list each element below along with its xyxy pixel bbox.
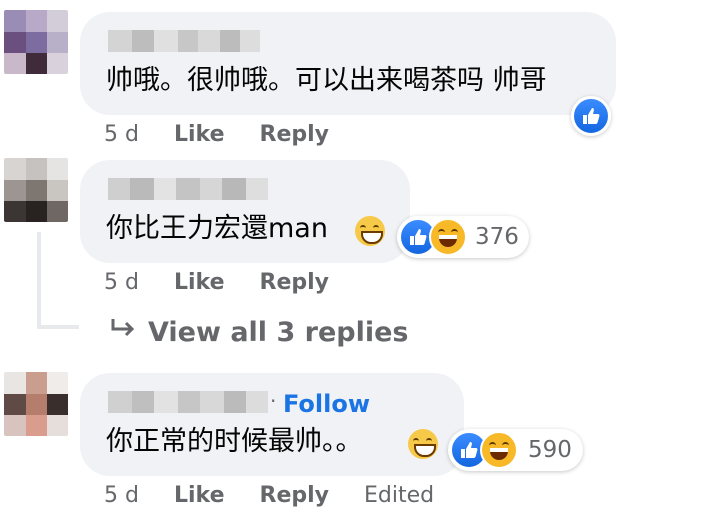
reaction-summary[interactable]: 590 [448, 429, 583, 471]
reaction-count: 590 [528, 437, 572, 463]
follow-button[interactable]: Follow [283, 389, 370, 419]
comment-text: 帅哦。很帅哦。可以出来喝茶吗 帅哥 [106, 65, 547, 96]
like-button[interactable]: Like [174, 270, 225, 295]
thread-line [37, 232, 41, 327]
comment-text: 你比王力宏還man [106, 213, 328, 244]
haha-reaction-icon [480, 431, 518, 469]
like-button[interactable]: Like [174, 122, 225, 147]
reply-button[interactable]: Reply [260, 122, 330, 147]
separator-dot: · [270, 389, 277, 413]
like-icon[interactable] [571, 96, 611, 136]
haha-reaction-icon [429, 218, 467, 256]
avatar[interactable] [4, 158, 68, 222]
comment-actions: 5 d Like Reply [104, 121, 329, 149]
edited-label: Edited [364, 483, 435, 508]
thread-line-curve [37, 325, 79, 329]
comment-bubble: 帅哦。很帅哦。可以出来喝茶吗 帅哥 [80, 12, 616, 115]
comment-bubble: 你比王力宏還man [80, 160, 410, 263]
commenter-name[interactable] [108, 391, 268, 413]
avatar[interactable] [4, 10, 68, 74]
reaction-summary[interactable]: 376 [397, 216, 529, 258]
timestamp[interactable]: 5 d [104, 483, 139, 508]
avatar[interactable] [4, 372, 68, 436]
comment-bubble: · Follow 你正常的时候最帅。。 [80, 373, 464, 476]
grinning-squinting-emoji [355, 216, 385, 246]
reply-arrow-icon [110, 315, 142, 351]
commenter-name[interactable] [108, 178, 268, 200]
comment-text: 你正常的时候最帅。。 [106, 426, 363, 457]
tears-of-joy-emoji [408, 429, 438, 459]
reply-button[interactable]: Reply [260, 483, 330, 508]
like-button[interactable]: Like [174, 483, 225, 508]
comment-actions: 5 d Like Reply Edited [104, 482, 434, 510]
reaction-count: 376 [475, 224, 519, 250]
reply-button[interactable]: Reply [260, 270, 330, 295]
view-replies-link[interactable]: View all 3 replies [110, 315, 409, 351]
comment-actions: 5 d Like Reply [104, 269, 329, 297]
timestamp[interactable]: 5 d [104, 122, 139, 147]
commenter-name[interactable] [108, 30, 260, 52]
view-replies-label: View all 3 replies [148, 317, 409, 348]
timestamp[interactable]: 5 d [104, 270, 139, 295]
